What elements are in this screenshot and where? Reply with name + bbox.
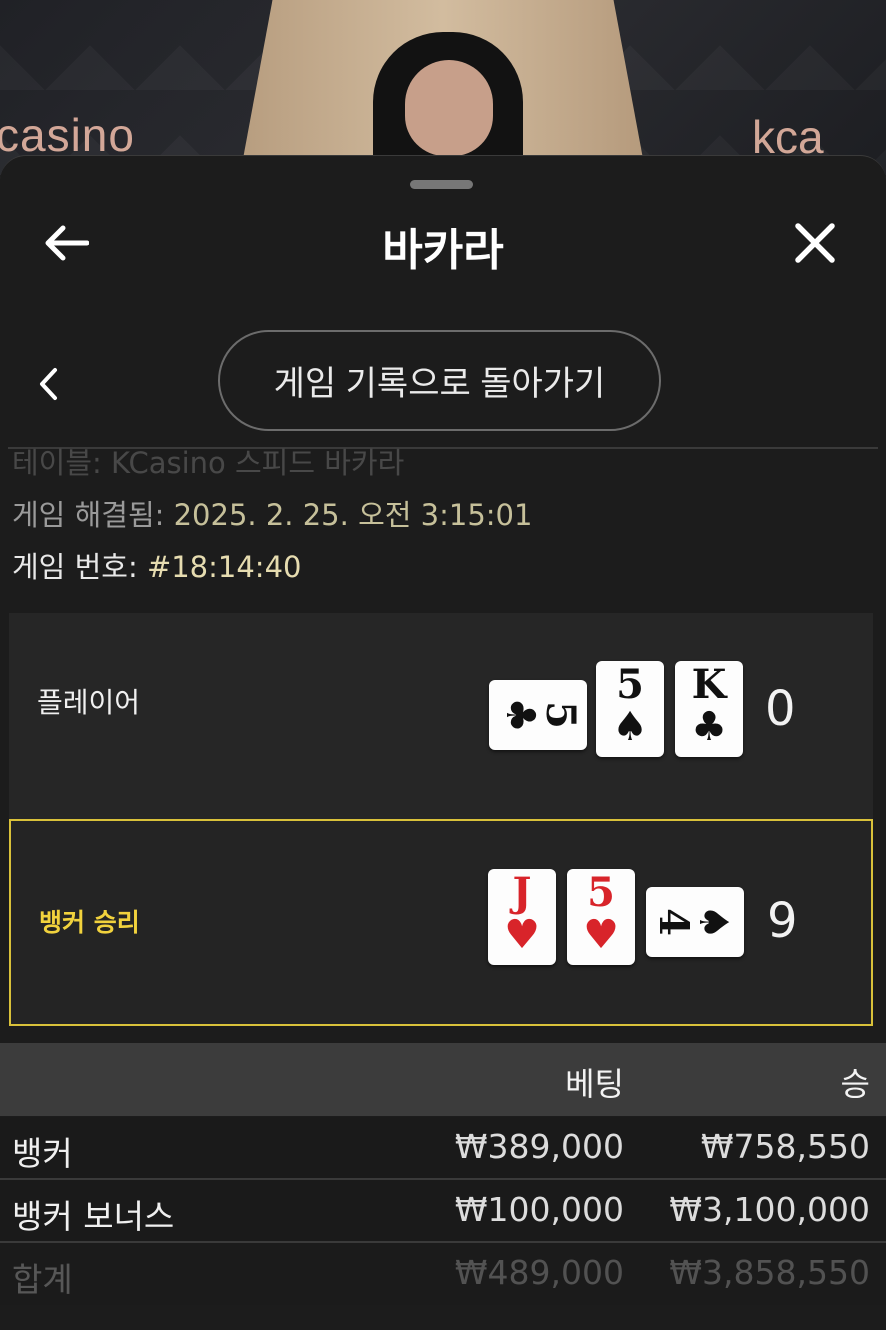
page-title: 바카라 [382,225,504,276]
card-suit: ♠ [689,904,737,940]
player-score: 0 [765,681,796,737]
card-rank: 4 [650,908,698,936]
win-amount: ₩758,550 [700,1127,870,1166]
card-suit: ♥ [504,911,540,958]
card-rank: K [691,661,727,708]
card-rank: 5 [536,701,584,729]
game-info: 테이블: KCasino 스피드 바카라 게임 해결됨: 2025. 2. 25… [0,448,886,608]
total-win-amount: ₩3,858,550 [669,1253,870,1292]
bets-table-header: 베팅 승 [0,1043,886,1116]
resolved-label: 게임 해결됨: [12,498,165,532]
live-video-feed: casino kca [0,0,886,175]
card-suit: ♣ [691,703,727,750]
card-suit: ♥ [583,911,619,958]
card-rank: 5 [616,661,644,708]
win-column-header: 승 [840,1065,870,1103]
table-info: 테이블: KCasino 스피드 바카라 [12,448,404,482]
card-rank: J [512,869,532,916]
playing-card: 5 ♠ [596,661,664,757]
table-label: 테이블: [12,448,102,480]
playing-card: 5 ♥ [567,869,635,965]
playing-card: ♣ 5 [489,680,587,750]
casino-logo-left: casino [0,109,135,161]
player-hand: 플레이어 ♣ 5 5 ♠ K ♣ 0 [9,613,873,820]
resolved-info: 게임 해결됨: 2025. 2. 25. 오전 3:15:01 [12,492,532,534]
table-row: 뱅커 ₩389,000 ₩758,550 [0,1117,886,1179]
back-to-history-button[interactable]: 게임 기록으로 돌아가기 [218,330,661,431]
win-amount: ₩3,100,000 [669,1190,870,1229]
game-number-info: 게임 번호: #18:14:40 [12,544,301,586]
total-label: 합계 [12,1260,73,1299]
total-bet-amount: ₩489,000 [454,1253,624,1292]
bet-type: 뱅커 [12,1134,73,1173]
chevron-left-icon[interactable] [18,354,78,414]
table-value: KCasino 스피드 바카라 [111,448,405,480]
game-number-label: 게임 번호: [12,550,138,584]
card-suit: ♠ [612,703,648,750]
dealer-face [405,60,493,156]
sheet-drag-handle[interactable] [410,180,473,189]
banker-score: 9 [767,893,798,949]
table-row-total: 합계 ₩489,000 ₩3,858,550 [0,1243,886,1305]
game-number-value: #18:14:40 [146,550,302,584]
card-rank: 5 [587,869,615,916]
bet-column-header: 베팅 [565,1065,624,1103]
table-row: 뱅커 보너스 ₩100,000 ₩3,100,000 [0,1180,886,1242]
playing-card: 4 ♠ [646,887,744,957]
player-label: 플레이어 [37,686,141,719]
playing-card: K ♣ [675,661,743,757]
card-suit: ♣ [497,697,545,733]
bet-amount: ₩389,000 [454,1127,624,1166]
resolved-value: 2025. 2. 25. 오전 3:15:01 [173,498,533,532]
banker-hand: 뱅커 승리 J ♥ 5 ♥ 4 ♠ 9 [9,819,873,1026]
bet-type: 뱅커 보너스 [12,1197,175,1236]
bet-amount: ₩100,000 [454,1190,624,1229]
close-icon[interactable] [785,213,845,273]
banker-win-label: 뱅커 승리 [39,908,140,937]
playing-card: J ♥ [488,869,556,965]
